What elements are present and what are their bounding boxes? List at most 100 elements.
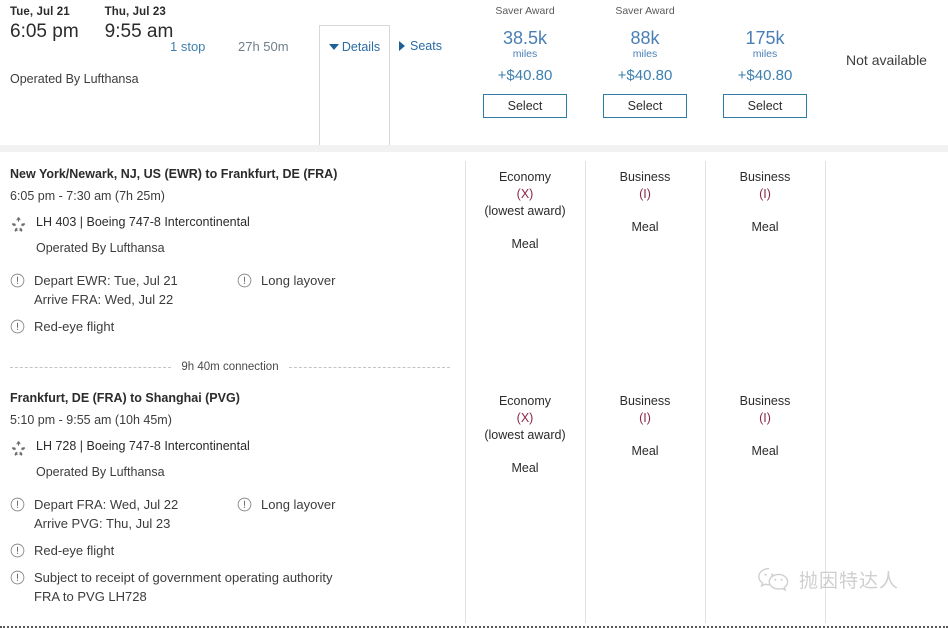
cabin-class-code: (I) bbox=[705, 410, 825, 427]
flight-result-card: Tue, Jul 21 6:05 pm Thu, Jul 23 9:55 am … bbox=[0, 0, 948, 629]
segment-flight-row: LH 728 | Boeing 747-8 Intercontinental bbox=[10, 439, 460, 457]
arrive-block: Thu, Jul 23 9:55 am bbox=[105, 6, 174, 44]
cabin-name: Business bbox=[585, 393, 705, 410]
chevron-down-icon bbox=[329, 44, 339, 50]
segment-flight-number: LH 403 | Boeing 747-8 Intercontinental bbox=[36, 215, 250, 229]
segment-flight-number: LH 728 | Boeing 747-8 Intercontinental bbox=[36, 439, 250, 453]
depart-arrive-text: Depart FRA: Wed, Jul 22 Arrive PVG: Thu,… bbox=[34, 495, 178, 533]
fare-option-3: 175k miles +$40.80 Select bbox=[705, 0, 825, 118]
cabin-name: Economy bbox=[465, 393, 585, 410]
cabin-name: Business bbox=[705, 169, 825, 186]
flight-details-panel: New York/Newark, NJ, US (EWR) to Frankfu… bbox=[0, 152, 948, 629]
authority-text: Subject to receipt of government operati… bbox=[34, 568, 332, 606]
redeye-note: Red-eye flight bbox=[10, 317, 460, 336]
segment-operated-by: Operated By Lufthansa bbox=[36, 241, 460, 255]
segment-route: New York/Newark, NJ, US (EWR) to Frankfu… bbox=[10, 167, 460, 181]
divider-line-right bbox=[289, 367, 450, 368]
arrive-line: Arrive PVG: Thu, Jul 23 bbox=[34, 516, 170, 531]
segment-route: Frankfurt, DE (FRA) to Shanghai (PVG) bbox=[10, 391, 460, 405]
select-button[interactable]: Select bbox=[483, 94, 567, 118]
seats-tab[interactable]: Seats bbox=[399, 39, 442, 53]
fare-tax: +$40.80 bbox=[585, 67, 705, 84]
cabin-meal: Meal bbox=[705, 220, 825, 234]
details-toggle[interactable]: Details bbox=[329, 40, 380, 54]
fare-tax: +$40.80 bbox=[705, 67, 825, 84]
cabin-meal: Meal bbox=[465, 461, 585, 475]
flight-summary-header: Tue, Jul 21 6:05 pm Thu, Jul 23 9:55 am … bbox=[0, 0, 948, 145]
layover-text: Long layover bbox=[261, 271, 335, 290]
segment-2-cabin-2: Business (I) Meal bbox=[585, 393, 705, 458]
segment-notes: Depart EWR: Tue, Jul 21 Arrive FRA: Wed,… bbox=[10, 271, 460, 336]
cabin-class-code: (I) bbox=[585, 186, 705, 203]
redeye-text: Red-eye flight bbox=[34, 541, 114, 560]
cabin-lowest-award: (lowest award) bbox=[465, 203, 585, 220]
connection-duration: 9h 40m connection bbox=[171, 361, 288, 373]
alert-circle-icon bbox=[237, 497, 252, 512]
cabin-class-code: (I) bbox=[705, 186, 825, 203]
fare-miles: 88k bbox=[585, 28, 705, 48]
depart-arrive-note: Depart EWR: Tue, Jul 21 Arrive FRA: Wed,… bbox=[10, 271, 460, 309]
layover-note: Long layover bbox=[237, 271, 335, 290]
segment-2: Frankfurt, DE (FRA) to Shanghai (PVG) 5:… bbox=[10, 391, 460, 614]
depart-block: Tue, Jul 21 6:05 pm bbox=[10, 6, 79, 44]
alert-circle-icon bbox=[10, 543, 25, 558]
alert-circle-icon bbox=[10, 570, 25, 585]
segment-times: 5:10 pm - 9:55 am (10h 45m) bbox=[10, 413, 460, 427]
cabin-name: Business bbox=[585, 169, 705, 186]
fare-badge: Saver Award bbox=[585, 5, 705, 19]
fare-miles-unit: miles bbox=[465, 48, 585, 61]
column-divider bbox=[825, 161, 826, 623]
segment-times: 6:05 pm - 7:30 am (7h 25m) bbox=[10, 189, 460, 203]
cabin-name: Business bbox=[705, 393, 825, 410]
depart-arrive-text: Depart EWR: Tue, Jul 21 Arrive FRA: Wed,… bbox=[34, 271, 178, 309]
fare-miles-unit: miles bbox=[705, 48, 825, 61]
fare-miles: 175k bbox=[705, 28, 825, 48]
authority-line-2: FRA to PVG LH728 bbox=[34, 589, 147, 604]
details-label: Details bbox=[342, 40, 380, 54]
fare-miles-unit: miles bbox=[585, 48, 705, 61]
select-button[interactable]: Select bbox=[603, 94, 687, 118]
depart-line: Depart FRA: Wed, Jul 22 bbox=[34, 497, 178, 512]
watermark: 抛因特达人 bbox=[757, 566, 899, 593]
select-button[interactable]: Select bbox=[723, 94, 807, 118]
cabin-class-code: (X) bbox=[465, 186, 585, 203]
layover-note: Long layover bbox=[237, 495, 335, 514]
cabin-name: Economy bbox=[465, 169, 585, 186]
segment-notes: Depart FRA: Wed, Jul 22 Arrive PVG: Thu,… bbox=[10, 495, 460, 606]
redeye-note: Red-eye flight bbox=[10, 541, 460, 560]
alert-circle-icon bbox=[10, 319, 25, 334]
details-tab[interactable]: Details bbox=[319, 25, 390, 145]
seats-label: Seats bbox=[410, 39, 442, 53]
stops-link[interactable]: 1 stop bbox=[170, 39, 205, 54]
authority-line-1: Subject to receipt of government operati… bbox=[34, 570, 332, 585]
segment-1-cabin-1: Economy (X) (lowest award) Meal bbox=[465, 169, 585, 251]
depart-date: Tue, Jul 21 bbox=[10, 6, 79, 18]
fare-option-2: Saver Award 88k miles +$40.80 Select bbox=[585, 0, 705, 118]
segment-1-cabin-3: Business (I) Meal bbox=[705, 169, 825, 234]
summary-left: Tue, Jul 21 6:05 pm Thu, Jul 23 9:55 am … bbox=[10, 0, 320, 145]
depart-time: 6:05 pm bbox=[10, 20, 79, 44]
arrive-line: Arrive FRA: Wed, Jul 22 bbox=[34, 292, 173, 307]
alert-circle-icon bbox=[10, 497, 25, 512]
cabin-meal: Meal bbox=[585, 220, 705, 234]
operated-by-summary: Operated By Lufthansa bbox=[10, 72, 139, 86]
cabin-class-code: (I) bbox=[585, 410, 705, 427]
fare-option-1: Saver Award 38.5k miles +$40.80 Select bbox=[465, 0, 585, 118]
segment-2-cabin-3: Business (I) Meal bbox=[705, 393, 825, 458]
divider-line-left bbox=[10, 367, 171, 368]
cabin-lowest-award: (lowest award) bbox=[465, 427, 585, 444]
segment-operated-by: Operated By Lufthansa bbox=[36, 465, 460, 479]
connection-divider: 9h 40m connection bbox=[10, 359, 450, 375]
cabin-meal: Meal bbox=[465, 237, 585, 251]
watermark-text: 抛因特达人 bbox=[799, 566, 899, 593]
segment-flight-row: LH 403 | Boeing 747-8 Intercontinental bbox=[10, 215, 460, 233]
star-alliance-icon bbox=[10, 440, 27, 457]
redeye-text: Red-eye flight bbox=[34, 317, 114, 336]
wechat-icon bbox=[757, 566, 791, 593]
not-available-label: Not available bbox=[825, 52, 948, 68]
cabin-class-code: (X) bbox=[465, 410, 585, 427]
alert-circle-icon bbox=[10, 273, 25, 288]
arrive-time: 9:55 am bbox=[105, 20, 174, 44]
fare-badge: Saver Award bbox=[465, 5, 585, 19]
fare-columns: Saver Award 38.5k miles +$40.80 Select S… bbox=[465, 0, 948, 145]
